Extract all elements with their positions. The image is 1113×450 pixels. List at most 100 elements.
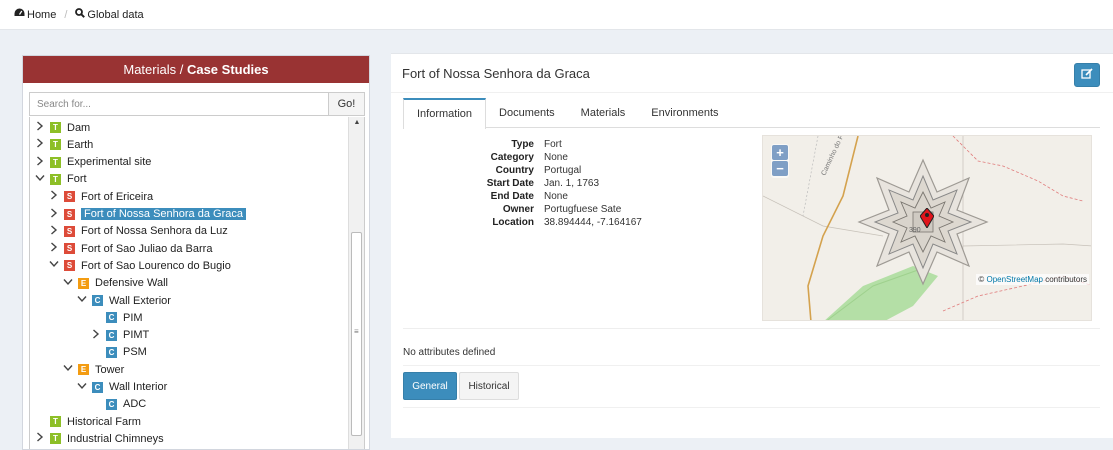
tree-node-label: Industrial Chimneys xyxy=(67,432,164,445)
chevron-down-icon[interactable] xyxy=(76,295,87,306)
node-type-badge-icon: S xyxy=(64,243,75,255)
attributes-divider xyxy=(403,365,1100,366)
tree-node[interactable]: C Wall Interior xyxy=(76,379,167,396)
tree-node-label: Earth xyxy=(67,138,94,151)
chevron-down-icon[interactable] xyxy=(62,364,73,375)
info-value: Fort xyxy=(544,139,562,150)
tree-search-input[interactable] xyxy=(30,93,328,115)
tree-search-go-button[interactable]: Go! xyxy=(328,93,364,115)
tree-node-label: Defensive Wall xyxy=(95,277,168,290)
chevron-right-icon[interactable] xyxy=(34,121,45,134)
tree-node-label: Wall Exterior xyxy=(109,294,171,307)
info-key: Country xyxy=(495,165,534,176)
header-title-materials: Materials / xyxy=(123,62,187,77)
node-type-badge-icon: T xyxy=(50,156,61,168)
breadcrumb: Home / Global data xyxy=(14,8,144,21)
tree-node[interactable]: C PIMT xyxy=(90,327,149,344)
chevron-down-icon[interactable] xyxy=(48,260,59,271)
case-study-tree: T Dam T Earth T Experimental site T Fort S Fort o… xyxy=(29,117,365,449)
info-value: Jan. 1, 1763 xyxy=(544,178,600,189)
tree-node[interactable]: S Fort of Sao Lourenco do Bugio xyxy=(48,257,231,274)
tree-node[interactable]: T Historical Farm xyxy=(34,413,141,430)
tree-node[interactable]: S Fort of Ericeira xyxy=(48,188,153,205)
chevron-right-icon[interactable] xyxy=(48,225,59,238)
info-row-category: Category None xyxy=(403,152,643,165)
chevron-right-icon[interactable] xyxy=(34,432,45,445)
copyright-symbol: © xyxy=(978,275,985,284)
tree-node[interactable]: E Defensive Wall xyxy=(62,275,168,292)
detail-title: Fort of Nossa Senhora da Graca xyxy=(402,66,590,81)
chevron-right-icon[interactable] xyxy=(34,138,45,151)
tree-node-label: Historical Farm xyxy=(67,415,141,428)
node-type-badge-icon: T xyxy=(50,139,61,151)
chevron-right-icon[interactable] xyxy=(90,329,101,342)
case-studies-header: Materials / Case Studies xyxy=(23,56,369,83)
node-type-badge-icon: C xyxy=(92,295,103,306)
tree-node[interactable]: S Fort of Nossa Senhora da Graca xyxy=(48,206,246,223)
zoom-out-button[interactable]: − xyxy=(772,161,788,176)
edit-button[interactable] xyxy=(1074,63,1100,87)
tree-scrollbar[interactable]: ▲ ≡ xyxy=(348,117,364,449)
tree-node-label: ADC xyxy=(123,398,147,411)
node-type-badge-icon: C xyxy=(106,398,117,410)
tree-node[interactable]: T Industrial Chimneys xyxy=(34,430,164,447)
tree-node[interactable]: C PIM xyxy=(90,309,143,326)
tree-node[interactable]: T Experimental site xyxy=(34,154,151,171)
chevron-right-icon[interactable] xyxy=(48,190,59,203)
tree-node[interactable]: E Tower xyxy=(62,361,124,378)
node-type-badge-icon: S xyxy=(64,225,75,237)
tree-node-label: PIM xyxy=(123,311,143,324)
chevron-down-icon[interactable] xyxy=(76,382,87,393)
tree-node[interactable]: S Fort of Sao Juliao da Barra xyxy=(48,240,212,257)
node-type-badge-icon: C xyxy=(106,329,117,341)
node-type-badge-icon: T xyxy=(50,173,61,185)
chevron-right-icon[interactable] xyxy=(34,156,45,169)
case-studies-panel: Materials / Case Studies Go! TDamTEarthT… xyxy=(22,55,370,450)
tab-documents[interactable]: Documents xyxy=(486,98,568,128)
tree-node[interactable]: T Fort xyxy=(34,171,87,188)
tab-environments[interactable]: Environments xyxy=(638,98,731,128)
info-row-owner: Owner Portugfuese Sate xyxy=(403,204,643,217)
tree-node[interactable]: C ADC xyxy=(90,396,146,413)
tree-node[interactable]: C Wall Exterior xyxy=(76,292,171,309)
scroll-up-arrow-icon[interactable]: ▲ xyxy=(349,119,364,126)
detail-tabs: Information Documents Materials Environm… xyxy=(403,98,1100,129)
tab-information[interactable]: Information xyxy=(403,98,487,129)
breadcrumb-home-link[interactable]: Home xyxy=(27,9,56,21)
case-study-detail-panel: Fort of Nossa Senhora da Graca Informati… xyxy=(391,53,1113,438)
attribution-contributors: contributors xyxy=(1045,275,1087,284)
openstreetmap-link[interactable]: OpenStreetMap xyxy=(986,275,1042,284)
general-button[interactable]: General xyxy=(403,372,457,400)
info-row-type: Type Fort xyxy=(403,139,643,152)
node-type-badge-icon: C xyxy=(106,312,117,324)
tree-node[interactable]: C PSM xyxy=(90,344,147,361)
info-key: End Date xyxy=(490,191,534,202)
node-type-badge-icon: T xyxy=(50,433,61,445)
zoom-in-button[interactable]: + xyxy=(772,145,788,160)
node-type-badge-icon: S xyxy=(64,191,75,203)
scrollbar-thumb[interactable]: ≡ xyxy=(351,232,362,436)
breadcrumb-global-data-link[interactable]: Global data xyxy=(87,9,143,21)
node-type-badge-icon: E xyxy=(78,364,89,376)
tree-node-label: Wall Interior xyxy=(109,381,168,393)
tree-node-label: Fort of Ericeira xyxy=(81,190,154,203)
tree-node[interactable]: T Earth xyxy=(34,136,93,153)
historical-button[interactable]: Historical xyxy=(459,372,519,400)
chevron-down-icon[interactable] xyxy=(34,174,45,185)
chevron-right-icon[interactable] xyxy=(48,242,59,255)
tree-node-label: Fort of Sao Lourenco do Bugio xyxy=(81,259,231,272)
tree-node[interactable]: T Dam xyxy=(34,119,90,136)
top-bar: Home / Global data xyxy=(0,0,1113,30)
chevron-right-icon[interactable] xyxy=(48,207,59,221)
chevron-down-icon[interactable] xyxy=(62,278,73,289)
header-title-case-studies: Case Studies xyxy=(186,62,269,77)
node-type-badge-icon: S xyxy=(64,260,75,272)
node-type-badge-icon: T xyxy=(50,122,61,133)
node-type-badge-icon: S xyxy=(64,208,75,220)
info-value: None xyxy=(544,152,568,163)
location-map[interactable]: Caminho do Forte 390 + − © OpenStreetMap… xyxy=(762,135,1092,321)
map-marker-icon[interactable] xyxy=(919,207,935,231)
info-row-country: Country Portugal xyxy=(403,165,643,178)
tree-node[interactable]: S Fort of Nossa Senhora da Luz xyxy=(48,223,228,240)
tab-materials[interactable]: Materials xyxy=(568,98,639,128)
